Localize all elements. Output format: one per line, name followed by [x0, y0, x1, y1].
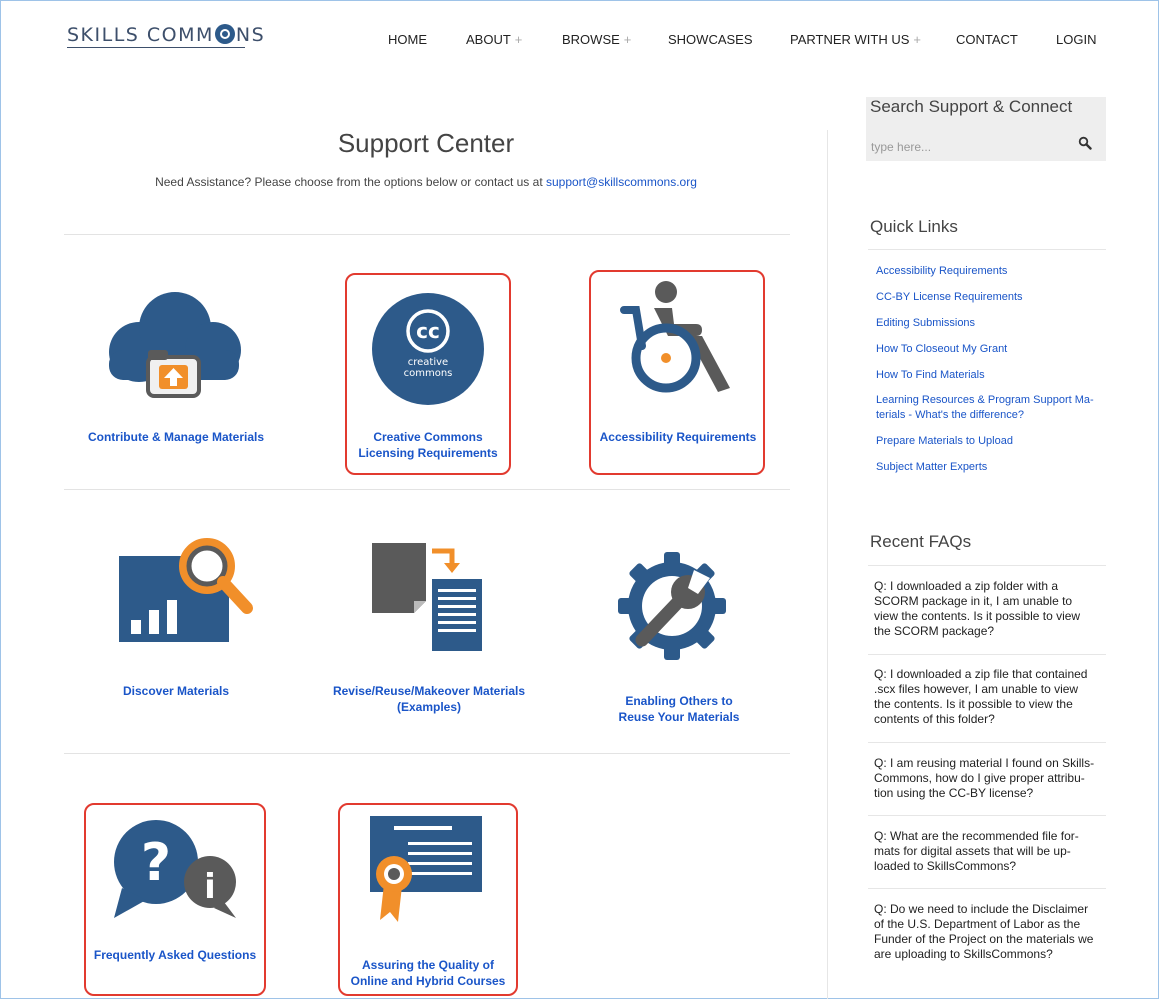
- nav-login[interactable]: LOGIN: [1056, 32, 1096, 47]
- quick-link-subject-matter[interactable]: Subject Matter Experts: [876, 460, 1102, 475]
- divider: [868, 654, 1106, 655]
- faq-item[interactable]: Q: Do we need to include the Disclaimer o…: [874, 902, 1106, 962]
- certificate-icon[interactable]: [368, 814, 486, 926]
- faq-item[interactable]: Q: I downloaded a zip folder with a SCORM…: [874, 579, 1106, 639]
- faq-item[interactable]: Q: I downloaded a zip file that containe…: [874, 667, 1106, 727]
- revise-documents-icon[interactable]: [370, 539, 486, 653]
- search-icon[interactable]: [1078, 136, 1092, 150]
- divider: [868, 742, 1106, 743]
- question-info-icon[interactable]: ? i: [112, 818, 242, 928]
- sidebar-divider: [827, 130, 828, 999]
- tile-discover-materials[interactable]: Discover Materials: [68, 683, 284, 699]
- quick-link-learning-resources[interactable]: Learning Resources & Program Support Ma-…: [876, 393, 1102, 423]
- nav-showcases[interactable]: SHOWCASES: [668, 32, 753, 47]
- divider: [64, 489, 790, 490]
- svg-text:i: i: [204, 867, 216, 907]
- logo-underline: [67, 47, 245, 48]
- expand-plus-icon: +: [514, 32, 523, 47]
- recent-faqs-heading: Recent FAQs: [870, 532, 972, 551]
- tile-revise-reuse-makeover[interactable]: Revise/Reuse/Makeover Materials (Examples…: [298, 683, 560, 715]
- nav-about[interactable]: ABOUT +: [466, 32, 522, 47]
- divider: [64, 753, 790, 754]
- nav-partner-with-us[interactable]: PARTNER WITH US +: [790, 32, 921, 47]
- faq-item[interactable]: Q: What are the recommended file for-mat…: [874, 829, 1106, 874]
- support-email-link[interactable]: support@skillscommons.org: [546, 175, 697, 189]
- tile-assuring-quality[interactable]: Assuring the Quality of Online and Hybrid…: [340, 957, 516, 989]
- tile-accessibility-requirements[interactable]: Accessibility Requirements: [592, 429, 764, 445]
- expand-plus-icon: +: [623, 32, 632, 47]
- divider: [868, 815, 1106, 816]
- intro-text: Need Assistance? Please choose from the …: [155, 175, 697, 189]
- nav-browse[interactable]: BROWSE +: [562, 32, 631, 47]
- quick-link-closeout[interactable]: How To Closeout My Grant: [876, 342, 1102, 357]
- svg-text:creative: creative: [408, 357, 448, 368]
- page-title: Support Center: [337, 128, 515, 158]
- divider: [868, 249, 1106, 250]
- svg-text:?: ?: [141, 833, 171, 893]
- wrench-gear-icon[interactable]: [614, 548, 730, 664]
- quick-link-prepare-materials[interactable]: Prepare Materials to Upload: [876, 434, 1102, 449]
- search-input[interactable]: [871, 140, 1061, 154]
- svg-text:commons: commons: [404, 368, 453, 379]
- site-logo[interactable]: SKILLS COMM NS: [67, 24, 265, 46]
- cloud-upload-icon[interactable]: [105, 290, 243, 400]
- quick-link-editing[interactable]: Editing Submissions: [876, 316, 1102, 331]
- quick-link-find-materials[interactable]: How To Find Materials: [876, 368, 1102, 383]
- quick-links-heading: Quick Links: [870, 217, 958, 236]
- quick-link-cc-by[interactable]: CC-BY License Requirements: [876, 290, 1102, 305]
- tile-enabling-others-reuse[interactable]: Enabling Others to Reuse Your Materials: [590, 693, 768, 725]
- wheelchair-icon[interactable]: [618, 278, 738, 400]
- logo-gear-icon: [214, 24, 235, 44]
- divider: [868, 565, 1106, 566]
- nav-home[interactable]: HOME: [388, 32, 427, 47]
- expand-plus-icon: +: [913, 32, 922, 47]
- search-heading: Search Support & Connect: [870, 97, 1073, 116]
- creative-commons-icon[interactable]: cc creative commons: [372, 293, 484, 405]
- divider: [64, 234, 790, 235]
- discover-chart-icon[interactable]: [115, 536, 253, 646]
- tile-frequently-asked-questions[interactable]: Frequently Asked Questions: [84, 947, 266, 963]
- nav-contact[interactable]: CONTACT: [956, 32, 1018, 47]
- faq-item[interactable]: Q: I am reusing material I found on Skil…: [874, 756, 1106, 801]
- divider: [868, 888, 1106, 889]
- tile-contribute-manage[interactable]: Contribute & Manage Materials: [68, 429, 284, 445]
- tile-creative-commons-licensing[interactable]: Creative Commons Licensing Requirements: [348, 429, 508, 461]
- quick-link-accessibility[interactable]: Accessibility Requirements: [876, 264, 1102, 279]
- svg-text:cc: cc: [416, 319, 440, 343]
